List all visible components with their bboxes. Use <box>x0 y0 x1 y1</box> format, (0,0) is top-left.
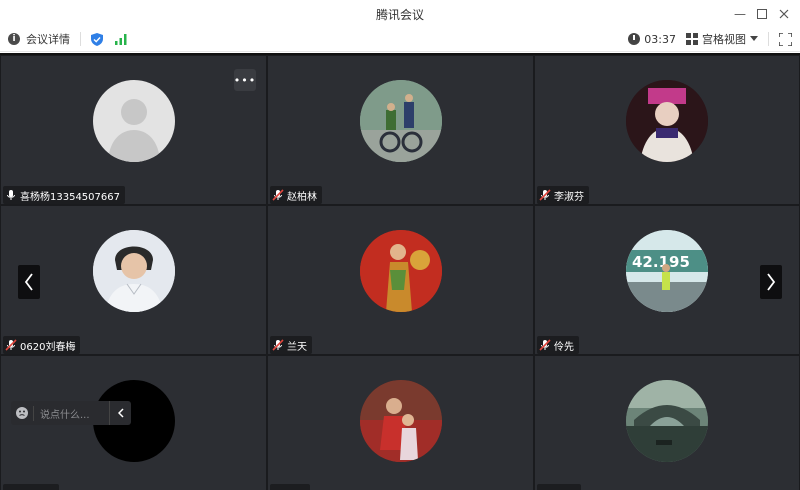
participant-tile[interactable] <box>534 355 800 490</box>
participant-name: 李淑芬 <box>554 191 584 203</box>
participant-tile[interactable] <box>267 355 534 490</box>
emoji-icon[interactable] <box>11 401 33 425</box>
mic-muted-icon <box>539 339 551 351</box>
mic-muted-icon <box>5 339 17 351</box>
shield-icon[interactable] <box>91 32 103 46</box>
meeting-toolbar: i 会议详情 03:37 宫格视图 <box>0 28 800 52</box>
participant-name-tag <box>3 484 59 490</box>
participant-name: 0620刘春梅 <box>20 341 76 353</box>
participant-name-tag: 0620刘春梅 <box>3 336 81 354</box>
more-options-button[interactable]: ••• <box>234 69 256 91</box>
mic-muted-icon <box>272 339 284 351</box>
photo-marathon-avatar: 42.195 <box>626 230 708 312</box>
grid-view-icon <box>686 33 698 45</box>
participant-name: 伶先 <box>554 341 574 353</box>
participant-tile[interactable]: 赵柏林 <box>267 55 534 205</box>
clock-icon <box>628 33 641 45</box>
collapse-chat-button[interactable] <box>109 401 131 425</box>
minimize-button[interactable]: — <box>730 4 750 24</box>
participant-name: 赵柏林 <box>287 191 317 203</box>
participant-name-tag: 喜杨杨13354507667 <box>3 186 125 204</box>
participant-name-tag <box>270 484 310 490</box>
divider <box>80 32 81 46</box>
photo-costume-avatar <box>626 80 708 162</box>
close-icon <box>779 9 789 19</box>
photo-red-backdrop-avatar <box>360 230 442 312</box>
participant-name: 兰天 <box>287 341 307 353</box>
info-icon[interactable]: i <box>8 33 20 45</box>
photo-bicycle-avatar <box>360 80 442 162</box>
maximize-button[interactable] <box>752 4 772 24</box>
view-mode-dropdown[interactable]: 宫格视图 <box>702 31 746 47</box>
mic-muted-icon <box>272 189 284 201</box>
chat-input-bar[interactable]: 说点什么... <box>11 401 131 425</box>
fullscreen-icon[interactable] <box>779 32 792 46</box>
participant-name-tag: 伶先 <box>537 336 579 354</box>
chevron-left-icon <box>117 408 124 418</box>
default-avatar <box>93 80 175 162</box>
network-signal-icon[interactable] <box>115 33 127 45</box>
maximize-icon <box>757 9 767 19</box>
video-grid: ••• 喜杨杨13354507667 赵柏林 李淑芬 0620刘春梅 兰天 42… <box>0 53 800 490</box>
participant-name: 喜杨杨13354507667 <box>20 191 120 203</box>
participant-tile[interactable]: ••• 喜杨杨13354507667 <box>0 55 267 205</box>
chevron-right-icon <box>767 273 776 291</box>
participant-tile[interactable]: 兰天 <box>267 205 534 355</box>
participant-name-tag: 李淑芬 <box>537 186 589 204</box>
previous-page-button[interactable] <box>18 265 40 299</box>
chat-input[interactable]: 说点什么... <box>33 405 109 421</box>
svg-text:42.195: 42.195 <box>632 253 690 271</box>
participant-tile[interactable]: 李淑芬 <box>534 55 800 205</box>
divider <box>768 32 769 46</box>
meeting-timer: 03:37 <box>644 32 676 46</box>
participant-name-tag: 赵柏林 <box>270 186 322 204</box>
next-page-button[interactable] <box>760 265 782 299</box>
window-title: 腾讯会议 <box>375 8 424 22</box>
participant-name-tag <box>537 484 581 490</box>
photo-portrait-avatar <box>93 230 175 312</box>
participant-tile[interactable]: 0620刘春梅 <box>0 205 267 355</box>
close-button[interactable] <box>774 4 794 24</box>
photo-grandparent-child-avatar <box>360 380 442 462</box>
chevron-down-icon[interactable] <box>750 36 758 42</box>
mic-on-icon <box>7 190 15 200</box>
meeting-details-link[interactable]: 会议详情 <box>26 31 70 47</box>
photo-bridge-avatar <box>626 380 708 462</box>
chevron-left-icon <box>24 273 33 291</box>
title-bar: 腾讯会议 — <box>0 0 800 28</box>
participant-name-tag: 兰天 <box>270 336 312 354</box>
mic-muted-icon <box>539 189 551 201</box>
